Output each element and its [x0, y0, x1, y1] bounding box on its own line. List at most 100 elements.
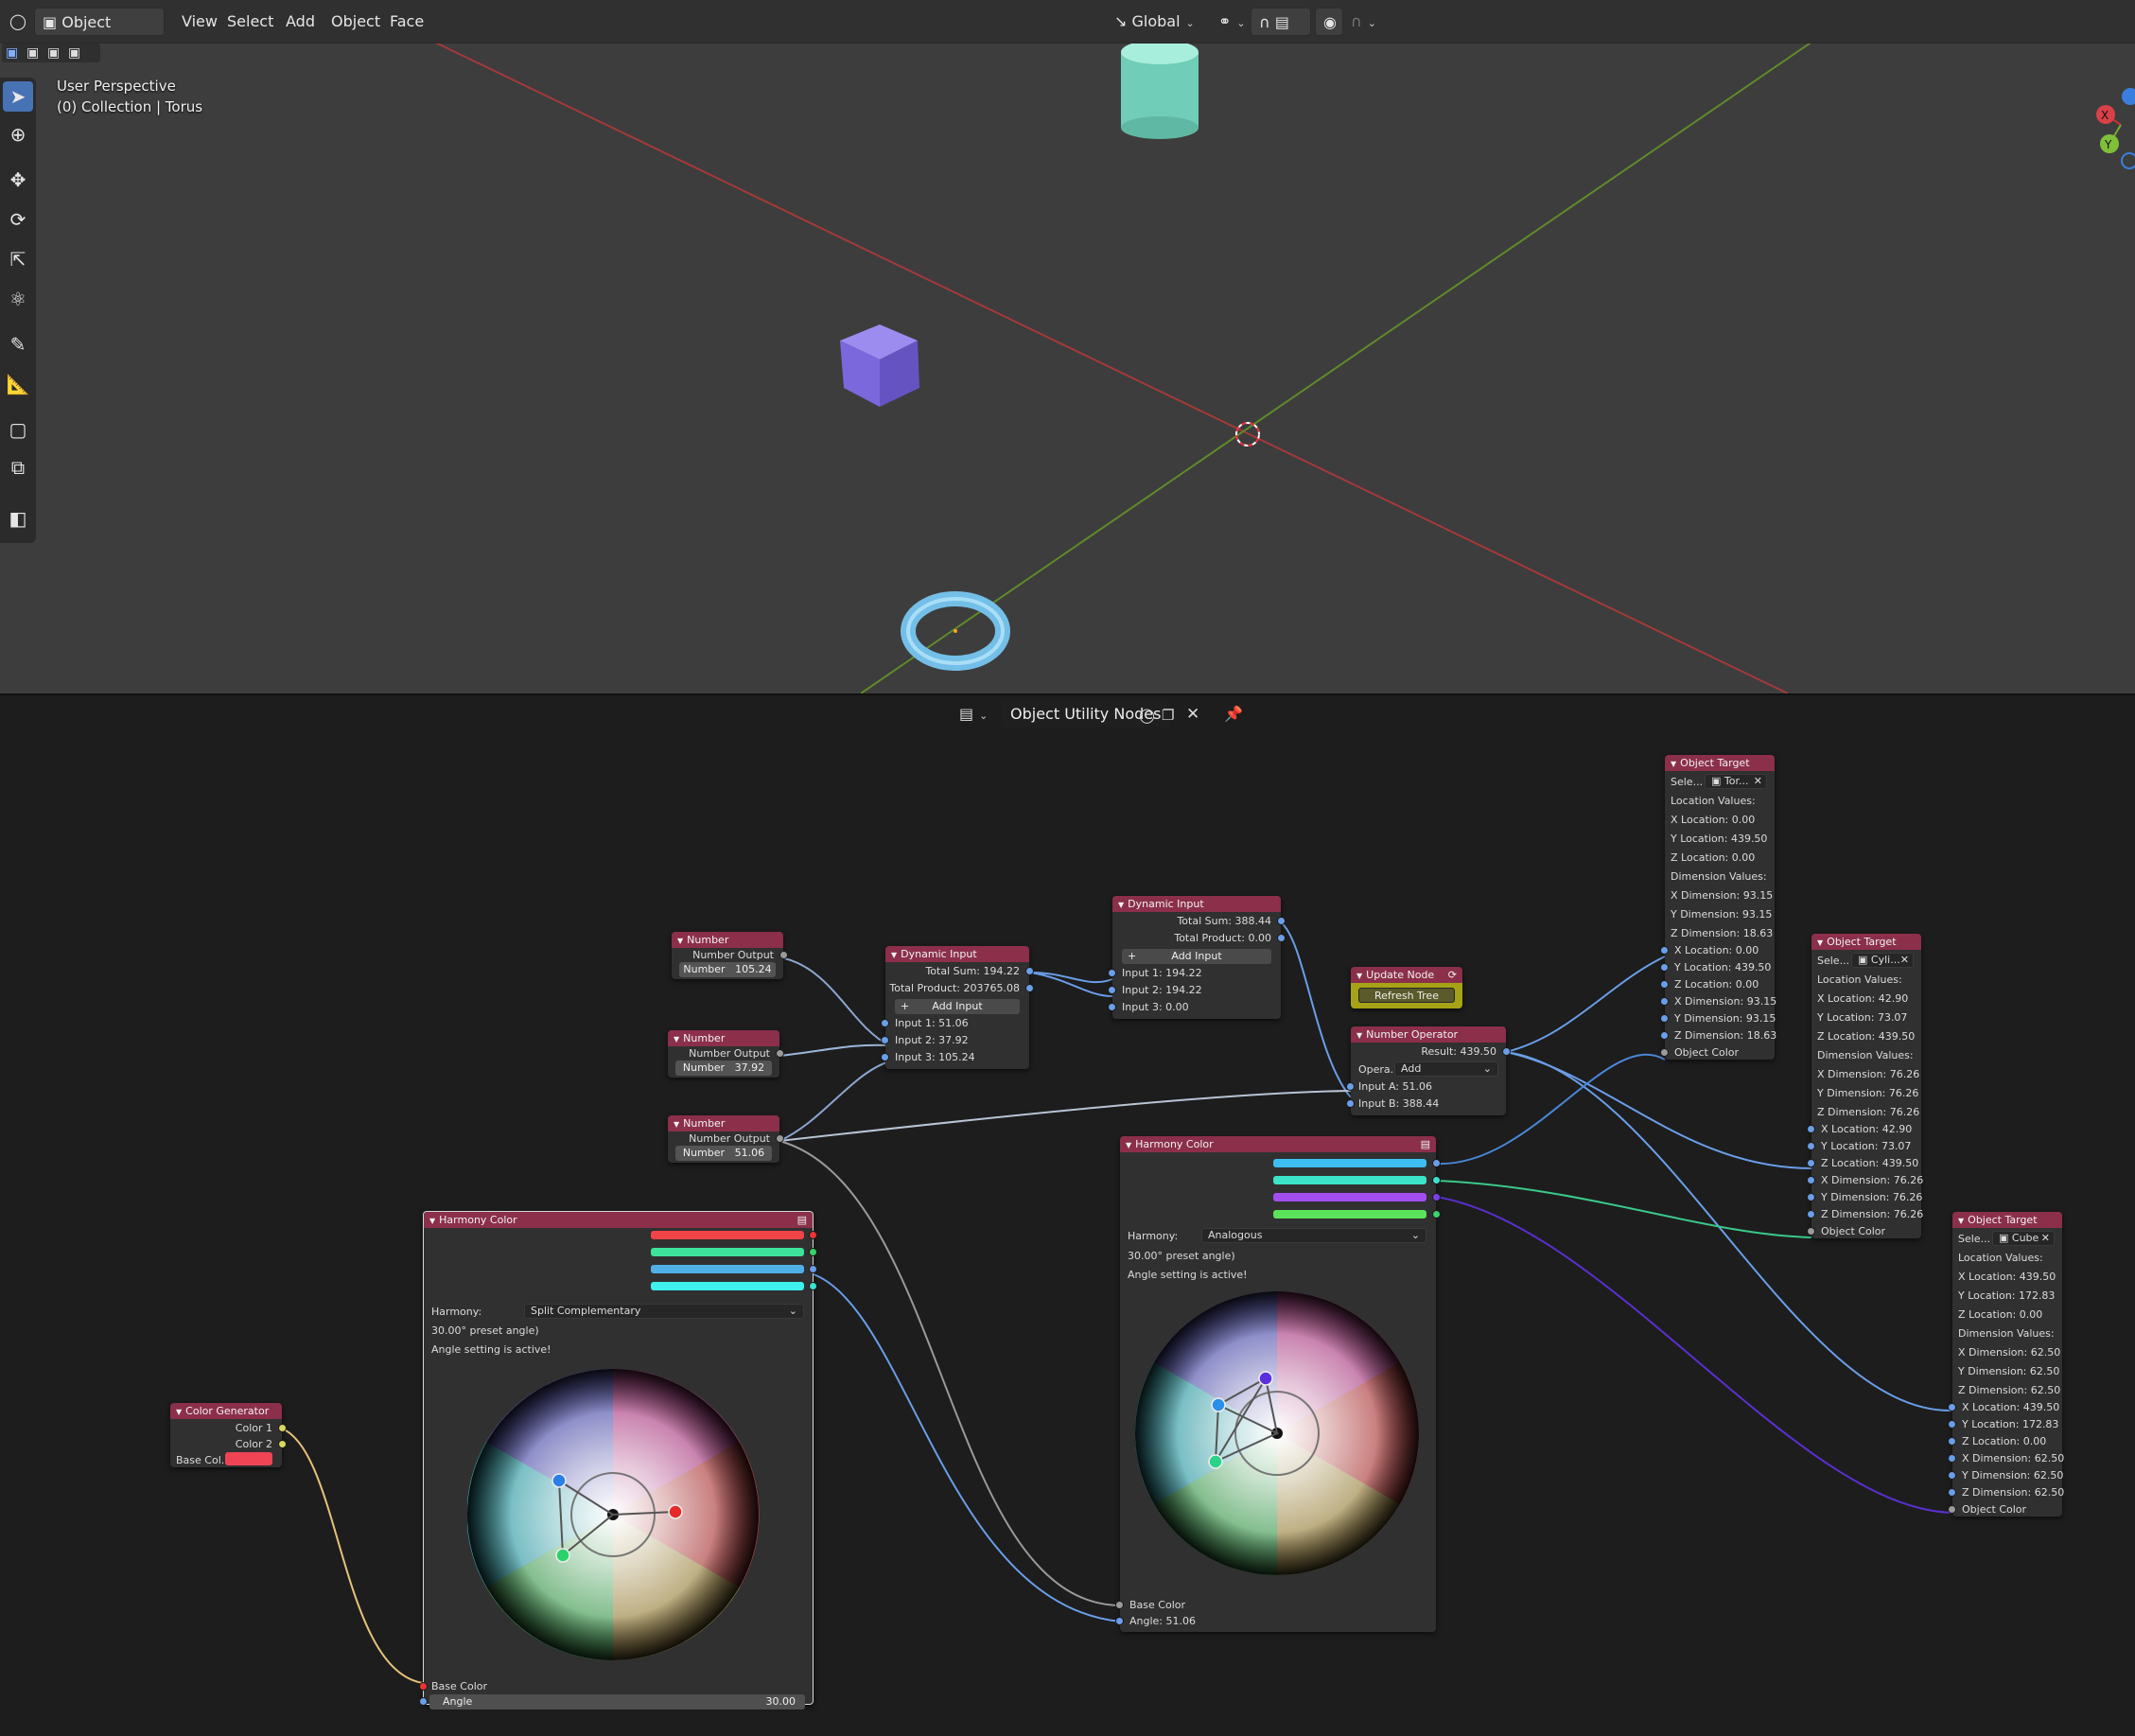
select-box-tool[interactable]: ➤ [3, 81, 33, 112]
scale-tool[interactable]: ⇱ [3, 244, 33, 274]
node-header[interactable]: ▼ Object Target [1952, 1212, 2062, 1228]
output-socket[interactable] [1277, 917, 1286, 925]
collapse-chevron-icon[interactable]: ▼ [176, 1408, 182, 1416]
select-intersect-icon[interactable]: ▣ [68, 45, 80, 61]
node-header[interactable]: ▼ Dynamic Input [1112, 896, 1281, 912]
node-header[interactable]: ▼ Number Operator [1351, 1026, 1506, 1043]
output-socket[interactable] [278, 1440, 287, 1448]
operation-dropdown[interactable]: Add ⌄ [1394, 1061, 1498, 1077]
input-socket[interactable] [1807, 1176, 1815, 1184]
input-socket[interactable] [1807, 1227, 1815, 1236]
transform-tool[interactable]: ⚛ [3, 284, 33, 314]
input-socket[interactable] [1115, 1617, 1124, 1625]
collapse-chevron-icon[interactable]: ▼ [1356, 972, 1362, 980]
object-target-node-2[interactable]: ▼ Object Target Sele... ▣ Cyli... ✕ Locati… [1807, 934, 1923, 1238]
input-socket[interactable] [881, 1053, 889, 1061]
input-socket[interactable] [419, 1682, 428, 1691]
menu-face[interactable]: Face [382, 8, 431, 36]
input-socket[interactable] [1108, 986, 1116, 994]
add-input-button[interactable]: + Add Input [895, 999, 1020, 1014]
node-header[interactable]: ▼ Dynamic Input [885, 946, 1029, 962]
output-socket[interactable] [776, 1134, 784, 1143]
snap-toggle[interactable]: ∩ ▤ [1251, 8, 1311, 36]
collapse-chevron-icon[interactable]: ▼ [1126, 1141, 1131, 1149]
collapse-chevron-icon[interactable]: ▼ [1118, 901, 1124, 909]
input-socket[interactable] [1948, 1420, 1956, 1429]
collapse-chevron-icon[interactable]: ▼ [674, 1120, 679, 1129]
base-color-swatch[interactable] [225, 1452, 272, 1465]
update-node[interactable]: ▼ Update Node ⟳ Refresh Tree [1351, 967, 1462, 1008]
dynamic-input-node-1[interactable]: ▼ Dynamic Input Total Sum: 194.22 Total P… [881, 946, 1034, 1069]
input-socket[interactable] [1346, 1099, 1355, 1108]
output-socket[interactable] [1502, 1047, 1511, 1056]
node-preview-icon[interactable]: ▤ [1421, 1136, 1430, 1152]
collapse-chevron-icon[interactable]: ▼ [674, 1035, 679, 1043]
menu-add[interactable]: Add [278, 8, 323, 36]
orientation-dropdown[interactable]: ↘ Global ⌄ [1107, 8, 1207, 36]
output-socket[interactable] [809, 1265, 817, 1273]
number-operator-node[interactable]: ▼ Number Operator Result: 439.50 Opera...… [1346, 1026, 1511, 1115]
node-header[interactable]: ▼ Object Target [1665, 755, 1775, 771]
dynamic-input-node-2[interactable]: ▼ Dynamic Input Total Sum: 388.44 Total P… [1108, 896, 1286, 1019]
output-socket[interactable] [1432, 1159, 1441, 1167]
number-field[interactable]: Number 51.06 [675, 1146, 772, 1161]
collapse-chevron-icon[interactable]: ▼ [1356, 1031, 1362, 1040]
select-new-icon[interactable]: ▣ [6, 45, 18, 61]
object-target-node-1[interactable]: ▼ Object Target Sele... ▣ Tor... ✕ Locatio… [1660, 755, 1776, 1060]
input-socket[interactable] [419, 1697, 428, 1706]
collapse-chevron-icon[interactable]: ▼ [891, 951, 897, 959]
color-wheel[interactable] [467, 1369, 770, 1672]
add-input-button[interactable]: + Add Input [1122, 949, 1271, 964]
node-header[interactable]: ▼ Number [672, 932, 783, 948]
input-socket[interactable] [1108, 969, 1116, 977]
collapse-chevron-icon[interactable]: ▼ [1958, 1217, 1964, 1225]
object-target-node-3[interactable]: ▼ Object Target Sele... ▣ Cube ✕ Location … [1948, 1212, 2064, 1517]
node-editor[interactable]: ▤ ⌄ Object Utility Nodes ◯ ❐ ✕ 📌 ▼ Numbe… [0, 695, 2135, 1736]
angle-slider[interactable]: Angle 30.00 [429, 1694, 805, 1710]
object-picker[interactable]: ▣ Cube ✕ [1992, 1231, 2055, 1246]
input-socket[interactable] [881, 1019, 889, 1027]
input-socket[interactable] [1807, 1142, 1815, 1150]
input-socket[interactable] [1948, 1454, 1956, 1463]
output-socket[interactable] [1432, 1193, 1441, 1201]
input-socket[interactable] [1948, 1505, 1956, 1514]
number-node-1[interactable]: ▼ Number Number Output Number 105.24 [672, 932, 788, 979]
input-socket[interactable] [1660, 1031, 1669, 1040]
node-preview-icon[interactable]: ▤ [797, 1212, 807, 1228]
mode-dropdown[interactable]: ▣ Object Mode⌄ [34, 8, 165, 60]
collapse-chevron-icon[interactable]: ▼ [1817, 938, 1823, 947]
input-socket[interactable] [1660, 963, 1669, 972]
clear-icon[interactable]: ✕ [1754, 775, 1762, 788]
output-socket[interactable] [278, 1424, 287, 1432]
menu-view[interactable]: View [174, 8, 225, 36]
output-socket[interactable] [1277, 934, 1286, 942]
refresh-tree-button[interactable]: Refresh Tree [1358, 988, 1455, 1003]
node-header[interactable]: ▼ Harmony Color ▤ [1120, 1136, 1436, 1152]
input-socket[interactable] [1807, 1125, 1815, 1133]
input-socket[interactable] [1948, 1403, 1956, 1412]
node-header[interactable]: ▼ Color Generator [170, 1403, 282, 1419]
input-socket[interactable] [1660, 997, 1669, 1006]
input-socket[interactable] [1346, 1082, 1355, 1091]
node-header[interactable]: ▼ Update Node ⟳ [1351, 967, 1462, 983]
node-header[interactable]: ▼ Object Target [1811, 934, 1921, 950]
input-socket[interactable] [881, 1036, 889, 1044]
color-generator-node[interactable]: ▼ Color Generator Color 1 Color 2 Base Co… [170, 1403, 287, 1467]
input-socket[interactable] [1660, 946, 1669, 955]
output-socket[interactable] [809, 1248, 817, 1256]
refresh-icon[interactable]: ⟳ [1448, 967, 1457, 983]
harmony-color-node-1[interactable]: ▼ Harmony Color ▤ Harmony: Split Complemen… [419, 1211, 817, 1710]
annotate-tool[interactable]: ✎ [3, 329, 33, 359]
add-cube-tool[interactable]: ▢ [3, 414, 33, 445]
move-tool[interactable]: ✥ [3, 165, 33, 195]
input-socket[interactable] [1115, 1601, 1124, 1609]
harmony-color-node-2[interactable]: ▼ Harmony Color ▤ Harmony: Analogous ⌄ 30.0… [1115, 1136, 1441, 1632]
output-socket[interactable] [809, 1282, 817, 1290]
editor-toggle-tool[interactable]: ◧ [3, 503, 33, 534]
rotate-tool[interactable]: ⟳ [3, 204, 33, 235]
input-socket[interactable] [1948, 1471, 1956, 1480]
output-socket[interactable] [776, 1049, 784, 1058]
number-node-2[interactable]: ▼ Number Number Output Number 37.92 [668, 1030, 784, 1078]
input-socket[interactable] [1807, 1210, 1815, 1219]
node-header[interactable]: ▼ Number [668, 1030, 779, 1046]
